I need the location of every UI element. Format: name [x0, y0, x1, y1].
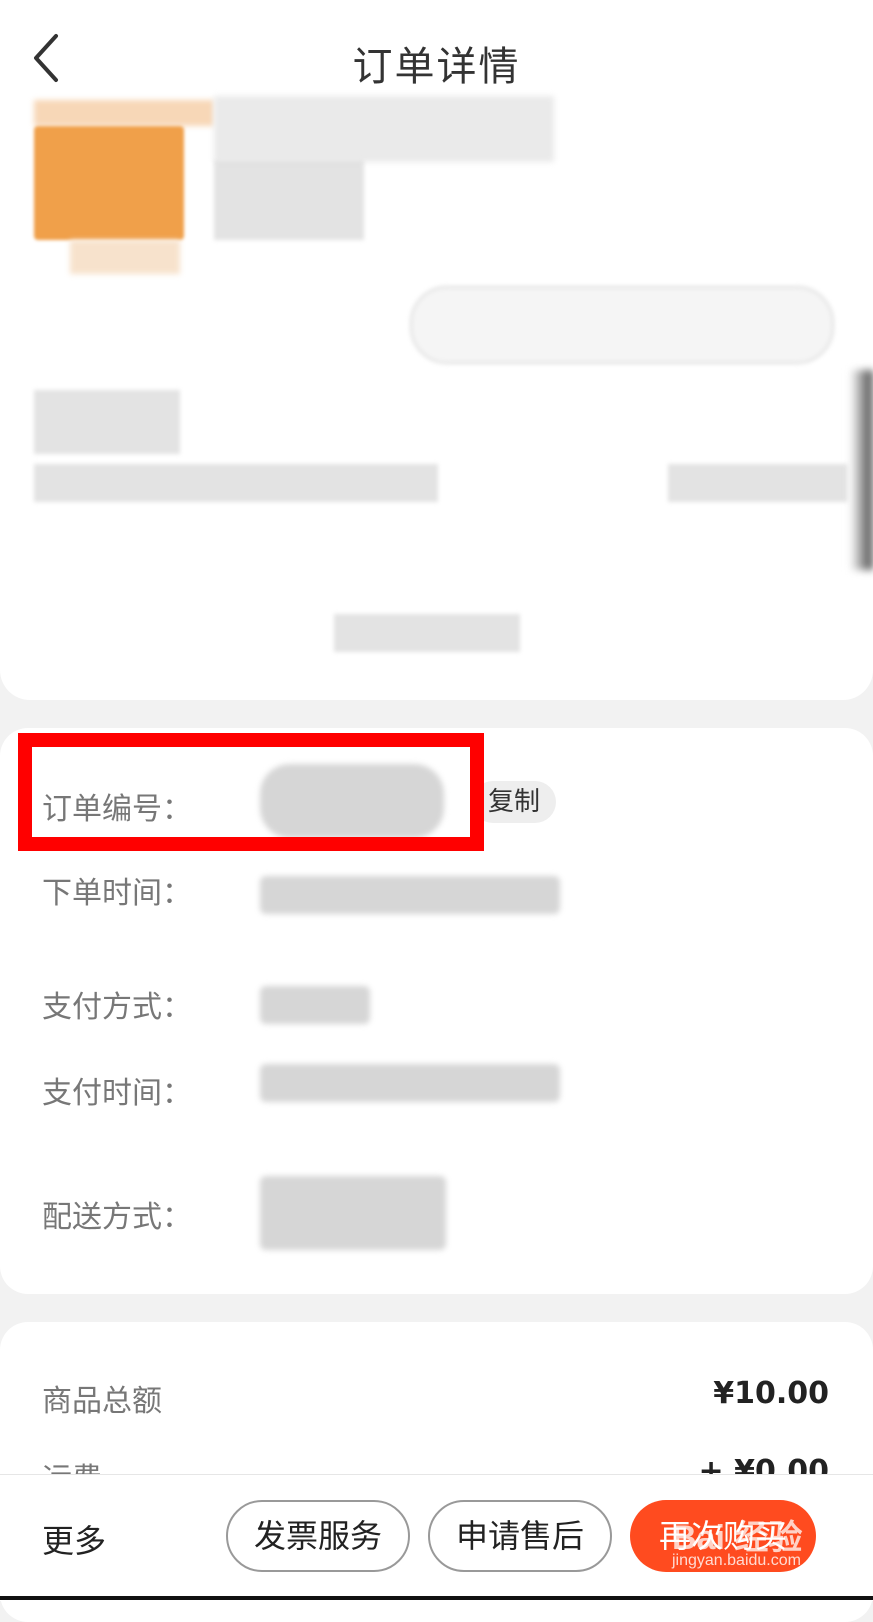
delivery-method-label: 配送方式：: [42, 1200, 192, 1235]
order-time-value: [260, 876, 560, 914]
blurred-text: [214, 96, 554, 162]
page-title: 订单详情: [352, 44, 521, 90]
payment-method-label: 支付方式：: [42, 990, 192, 1025]
highlight-box: [18, 733, 484, 851]
product-thumbnail: [34, 126, 184, 240]
payment-time-value: [260, 1064, 560, 1102]
blurred-button[interactable]: [410, 286, 834, 364]
delivery-method-value: [260, 1176, 446, 1250]
blurred-text: [34, 464, 438, 502]
copy-button[interactable]: 复制: [472, 781, 556, 823]
blurred-text: [668, 464, 848, 502]
blurred-text: [214, 160, 364, 240]
apply-aftersale-button[interactable]: 申请售后: [428, 1500, 612, 1572]
watermark-url: jingyan.baidu.com: [672, 1552, 801, 1569]
blurred-text: [334, 614, 520, 652]
payment-time-label: 支付时间：: [42, 1076, 192, 1111]
card-shadow: [850, 370, 873, 570]
more-button[interactable]: 更多: [42, 1516, 106, 1562]
order-time-label: 下单时间：: [42, 876, 192, 911]
goods-total-label: 商品总额: [42, 1384, 162, 1419]
product-thumb-halo-bottom: [70, 240, 180, 274]
bottom-edge: [0, 1596, 873, 1600]
invoice-service-button[interactable]: 发票服务: [226, 1500, 410, 1572]
product-thumb-halo: [34, 100, 214, 126]
payment-method-value: [260, 986, 370, 1024]
goods-total-value: ¥10.00: [713, 1376, 829, 1411]
blurred-text: [34, 390, 180, 454]
